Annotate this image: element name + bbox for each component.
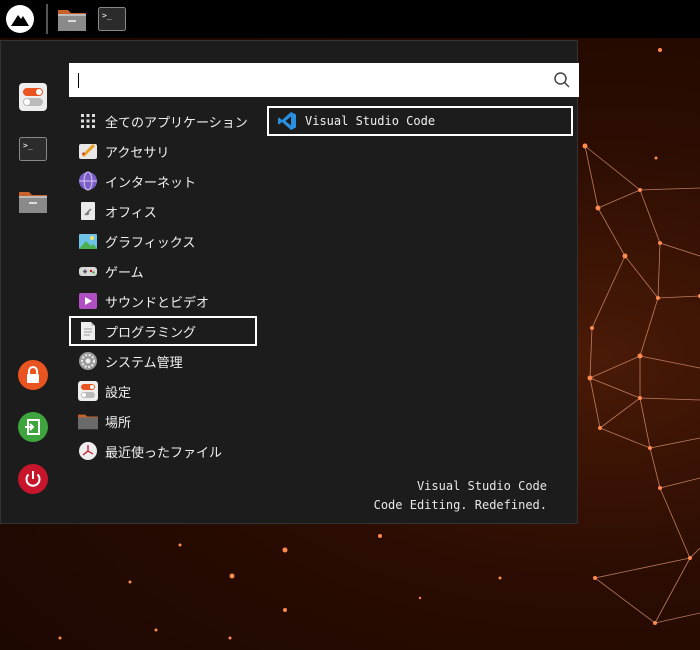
files-launcher-button[interactable] <box>56 3 88 35</box>
app-item-visual-studio-code[interactable]: Visual Studio Code <box>267 106 573 136</box>
favorite-terminal-button[interactable]: >_ <box>17 133 49 165</box>
category-label: インターネット <box>105 175 197 191</box>
folder-icon <box>19 192 47 213</box>
clock-icon <box>78 441 98 461</box>
terminal-icon: >_ <box>98 7 126 31</box>
lock-icon <box>18 360 48 390</box>
app-description-title: Visual Studio Code <box>416 479 547 493</box>
terminal-icon: >_ <box>19 137 47 161</box>
category-label: サウンドとビデオ <box>105 295 210 311</box>
app-menu-logo-icon <box>6 5 34 33</box>
folder-icon <box>58 10 86 31</box>
category-label: 場所 <box>105 415 132 431</box>
app-description-subtitle: Code Editing. Redefined. <box>373 498 547 512</box>
favorite-settings-button[interactable] <box>17 81 49 113</box>
category-graphics[interactable]: グラフィックス <box>69 226 257 256</box>
category-label: アクセサリ <box>105 145 170 161</box>
lock-screen-button[interactable] <box>17 359 49 391</box>
globe-icon <box>78 171 98 191</box>
search-box <box>69 63 579 97</box>
category-settings[interactable]: 設定 <box>69 376 257 406</box>
terminal-launcher-button[interactable]: >_ <box>96 3 128 35</box>
category-label: ゲーム <box>105 265 144 281</box>
power-icon <box>18 464 48 494</box>
search-input[interactable] <box>69 63 539 97</box>
search-icon <box>554 72 570 88</box>
folder-icon <box>78 411 98 431</box>
app-description: Visual Studio Code Code Editing. Redefin… <box>374 477 547 515</box>
logout-button[interactable] <box>17 411 49 443</box>
category-programming[interactable]: プログラミング <box>69 316 257 346</box>
toggle-settings-icon <box>19 83 47 111</box>
toggle-settings-icon <box>78 381 98 401</box>
favorite-files-button[interactable] <box>17 185 49 217</box>
image-icon <box>78 231 98 251</box>
top-panel: >_ <box>0 0 700 38</box>
category-sound-and-video[interactable]: サウンドとビデオ <box>69 286 257 316</box>
document-code-icon <box>78 321 98 341</box>
category-label: オフィス <box>105 205 157 221</box>
category-recent-files[interactable]: 最近使ったファイル <box>69 436 257 466</box>
category-label: 全てのアプリケーション <box>105 115 248 131</box>
app-menu-button[interactable] <box>4 3 36 35</box>
application-menu: >_ 全てのアプリケーション アクセサリ インターネット オフィス グラフィック… <box>0 40 579 524</box>
gear-icon <box>78 351 98 371</box>
category-places[interactable]: 場所 <box>69 406 257 436</box>
category-label: 設定 <box>105 385 132 401</box>
panel-separator <box>46 4 48 34</box>
category-games[interactable]: ゲーム <box>69 256 257 286</box>
svg-text:>_: >_ <box>23 141 33 150</box>
gamepad-icon <box>78 261 98 281</box>
app-label: Visual Studio Code <box>305 114 436 128</box>
category-label: グラフィックス <box>105 235 196 251</box>
grid-icon <box>78 111 98 131</box>
category-label: プログラミング <box>105 325 197 341</box>
category-accessories[interactable]: アクセサリ <box>69 136 257 166</box>
category-system-administration[interactable]: システム管理 <box>69 346 257 376</box>
accessories-icon <box>78 141 98 161</box>
vscode-icon <box>277 111 297 131</box>
category-label: システム管理 <box>105 355 183 371</box>
text-caret <box>78 73 79 88</box>
category-office[interactable]: オフィス <box>69 196 257 226</box>
favorites-bar: >_ <box>1 41 65 523</box>
play-icon <box>78 291 98 311</box>
category-internet[interactable]: インターネット <box>69 166 257 196</box>
office-icon <box>78 201 98 221</box>
logout-icon <box>18 412 48 442</box>
category-label: 最近使ったファイル <box>105 445 223 461</box>
category-all-applications[interactable]: 全てのアプリケーション <box>69 106 257 136</box>
power-button[interactable] <box>17 463 49 495</box>
svg-text:>_: >_ <box>102 11 112 20</box>
